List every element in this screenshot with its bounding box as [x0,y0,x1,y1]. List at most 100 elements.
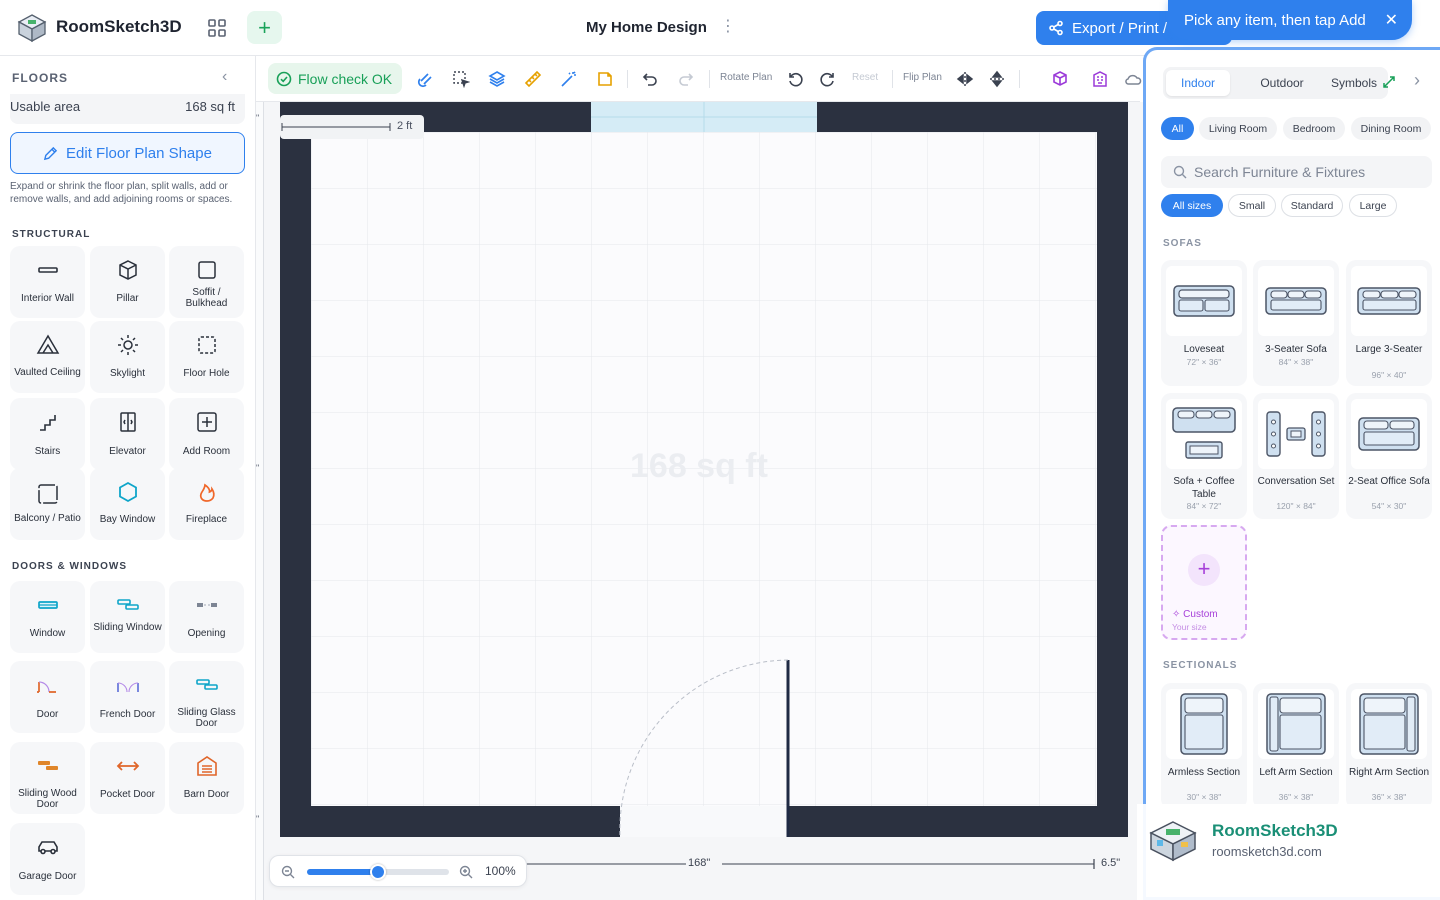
expand-icon[interactable] [1382,75,1396,89]
furniture-card[interactable]: 3-Seater Sofa 84" × 38" [1253,260,1339,386]
flow-check-button[interactable]: Flow check OK [268,63,402,94]
tool-garage-door[interactable]: Garage Door [10,823,85,895]
zoom-in-icon[interactable] [459,865,473,879]
edit-floor-plan-shape-button[interactable]: Edit Floor Plan Shape [10,132,245,174]
scale-bar: 2 ft [280,115,424,139]
interior-wall-icon [34,256,62,284]
rotate-left-icon[interactable] [784,68,806,90]
toolbar-divider [892,70,893,88]
armless-section-icon [1166,689,1242,759]
tool-door[interactable]: Door [10,661,85,733]
tool-opening[interactable]: Opening [169,581,244,653]
cube-icon [114,256,142,284]
tool-skylight[interactable]: Skylight [90,321,165,393]
furniture-card[interactable]: Large 3-Seater 96" × 40" [1346,260,1432,386]
cloud-icon[interactable] [1122,68,1144,90]
zoom-out-icon[interactable] [281,865,295,879]
area-watermark: 168 sq ft [630,447,768,485]
zoom-slider-fill [307,869,378,875]
export-label: Export / Print / [1072,19,1168,37]
furniture-card[interactable]: Left Arm Section 36" × 38" [1253,683,1339,809]
furniture-card[interactable]: Conversation Set 120" × 84" [1253,393,1339,519]
zoom-slider[interactable] [307,864,449,880]
3d-cube-icon[interactable] [1049,68,1071,90]
card-name: 3-Seater Sofa [1265,344,1327,355]
app-name: RoomSketch3D [56,17,182,36]
floor-plan-canvas[interactable]: " " " 2 ft 168 sq ft 168" 6.5" 100% [256,102,1144,900]
furniture-card[interactable]: Sofa + Coffee Table 84" × 72" [1161,393,1247,519]
hexagon-icon [114,478,142,506]
hint-toast: Pick any item, then tap Add ✕ [1168,0,1412,40]
tool-french-door[interactable]: French Door [90,661,165,733]
furniture-card[interactable]: Armless Section 30" × 38" [1161,683,1247,809]
reset-button[interactable]: Reset [852,72,878,83]
more-vertical-icon[interactable]: ⋮ [720,18,736,38]
card-dims: 84" × 72" [1186,501,1222,511]
note-icon[interactable] [594,68,616,90]
tool-pocket-door[interactable]: Pocket Door [90,742,165,814]
tool-floor-hole[interactable]: Floor Hole [169,321,244,393]
tool-balcony[interactable]: Balcony / Patio [10,468,85,540]
furniture-search[interactable]: Search Furniture & Fixtures [1161,156,1432,188]
tool-interior-wall[interactable]: Interior Wall [10,246,85,318]
card-dims: 96" × 40" [1371,370,1407,380]
tool-sliding-window[interactable]: Sliding Window [90,581,165,653]
room-chip-dining[interactable]: Dining Room [1351,117,1431,140]
tool-add-room[interactable]: Add Room [169,398,244,470]
custom-size-card[interactable]: + ✧ Custom Your size [1161,525,1247,640]
category-tabs: Indoor Outdoor Symbols [1163,67,1388,99]
flip-horizontal-icon[interactable] [954,68,976,90]
tab-outdoor[interactable]: Outdoor [1246,70,1318,96]
room-chip-living[interactable]: Living Room [1199,117,1277,140]
tool-vaulted-ceiling[interactable]: Vaulted Ceiling [10,321,85,393]
redo-icon[interactable] [675,68,697,90]
tab-indoor[interactable]: Indoor [1166,70,1230,96]
tool-label: Door [36,709,59,720]
custom-sub: Your size [1172,622,1207,632]
tool-window[interactable]: Window [10,581,85,653]
card-dims: 120" × 84" [1276,501,1316,511]
room-chip-bedroom[interactable]: Bedroom [1283,117,1345,140]
tab-symbols[interactable]: Symbols [1323,70,1385,96]
tool-pillar[interactable]: Pillar [90,246,165,318]
ruler-icon[interactable] [522,68,544,90]
furniture-card[interactable]: Right Arm Section 36" × 38" [1346,683,1432,809]
chevron-right-icon[interactable]: › [1414,70,1420,91]
room-chip-all[interactable]: All [1161,117,1194,140]
grid-apps-icon[interactable] [204,15,230,41]
rotate-right-icon[interactable] [817,68,839,90]
furniture-card[interactable]: 2-Seat Office Sofa 54" × 30" [1346,393,1432,519]
tool-sliding-glass-door[interactable]: Sliding Glass Door [169,661,244,733]
tool-sliding-wood-door[interactable]: Sliding Wood Door [10,742,85,814]
tool-bay-window[interactable]: Bay Window [90,468,165,540]
card-dims: 84" × 38" [1278,357,1314,367]
furniture-card[interactable]: Loveseat 72" × 36" [1161,260,1247,386]
app-logo-icon [1149,821,1197,862]
select-area-icon[interactable] [450,68,472,90]
magnet-snap-icon[interactable] [415,68,437,90]
size-chip-large[interactable]: Large [1349,194,1397,217]
size-chip-small[interactable]: Small [1228,194,1276,217]
chevron-left-icon[interactable]: ‹ [222,68,227,86]
sun-icon [114,331,142,359]
flip-vertical-icon[interactable] [986,68,1008,90]
size-chip-all[interactable]: All sizes [1161,194,1223,217]
tool-barn-door[interactable]: Barn Door [169,742,244,814]
close-icon[interactable]: ✕ [1385,10,1398,30]
tool-fireplace[interactable]: Fireplace [169,468,244,540]
sofa-coffee-table-icon [1166,399,1242,469]
magic-wand-icon[interactable] [558,68,580,90]
card-name: Right Arm Section [1348,767,1430,778]
tool-label: Opening [187,628,226,639]
tool-stairs[interactable]: Stairs [10,398,85,470]
building-icon[interactable] [1089,68,1111,90]
usable-area-label: Usable area [10,99,81,114]
undo-icon[interactable] [639,68,661,90]
tool-soffit[interactable]: Soffit / Bulkhead [169,246,244,318]
layers-icon[interactable] [486,68,508,90]
zoom-slider-handle[interactable] [370,864,386,880]
add-project-button[interactable]: + [247,11,282,44]
document-title[interactable]: My Home Design [586,19,707,36]
tool-elevator[interactable]: Elevator [90,398,165,470]
size-chip-standard[interactable]: Standard [1281,194,1343,217]
